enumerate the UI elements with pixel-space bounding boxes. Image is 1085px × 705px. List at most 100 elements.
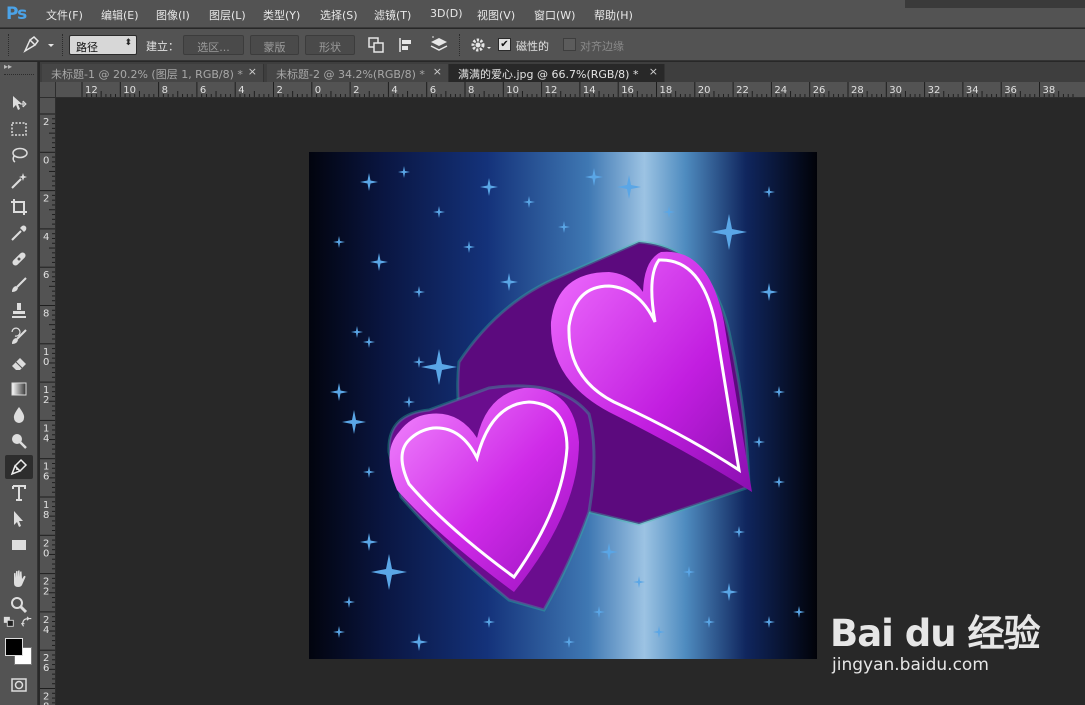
ruler-label: 4 — [43, 433, 49, 444]
hearts-artwork — [309, 152, 817, 659]
checkmark-icon: ✔ — [500, 39, 509, 50]
tab-label: 满满的爱心.jpg @ 66.7%(RGB/8) * — [458, 68, 639, 81]
pen-tool-icon[interactable] — [5, 455, 33, 479]
ruler-label: 2 — [43, 587, 49, 598]
options-grip[interactable] — [8, 34, 10, 56]
menu-help[interactable]: 帮助(H) — [594, 7, 633, 23]
menu-window[interactable]: 窗口(W) — [534, 7, 575, 23]
tab-untitled-1[interactable]: 未标题-1 @ 20.2% (图层 1, RGB/8) * × — [42, 64, 264, 82]
ruler-origin[interactable] — [40, 82, 56, 98]
baidu-watermark: Bai du 经验 jingyan.baidu.com — [830, 588, 1040, 688]
brush-tool-icon[interactable] — [5, 273, 33, 297]
menu-type[interactable]: 类型(Y) — [263, 7, 300, 23]
path-arrangement-icon[interactable] — [428, 36, 450, 54]
tab-untitled-2[interactable]: 未标题-2 @ 34.2%(RGB/8) * × — [267, 64, 449, 82]
ruler-label: 36 — [1004, 85, 1017, 96]
align-edges-checkbox[interactable] — [563, 38, 576, 51]
document-tabs: 未标题-1 @ 20.2% (图层 1, RGB/8) * × 未标题-2 @ … — [40, 62, 1085, 82]
ruler-label: 8 — [43, 702, 49, 705]
move-tool-icon[interactable] — [5, 91, 33, 115]
clone-stamp-tool-icon[interactable] — [5, 299, 33, 323]
ruler-label: 26 — [813, 85, 826, 96]
magnetic-checkbox[interactable]: ✔ — [498, 38, 511, 51]
marquee-tool-icon[interactable] — [5, 117, 33, 141]
ruler-label: 4 — [391, 85, 397, 96]
ruler-label: 38 — [1043, 85, 1056, 96]
ruler-label: 2 — [43, 395, 49, 406]
ruler-label: 2 — [43, 117, 49, 128]
app-logo: Ps — [6, 4, 27, 24]
ruler-label: 8 — [43, 309, 49, 320]
menu-filter[interactable]: 滤镜(T) — [374, 7, 411, 23]
foreground-color-swatch[interactable] — [5, 638, 23, 656]
menu-edit[interactable]: 编辑(E) — [101, 7, 139, 23]
menubar-edge — [905, 0, 1085, 8]
ruler-label: 2 — [43, 194, 49, 205]
menu-3d[interactable]: 3D(D) — [430, 7, 463, 20]
path-alignment-icon[interactable] — [397, 36, 415, 54]
ruler-label: 28 — [851, 85, 864, 96]
ruler-label: 30 — [889, 85, 902, 96]
path-operations-icon[interactable] — [367, 36, 385, 54]
close-icon[interactable]: × — [433, 65, 442, 78]
ruler-label: 8 — [162, 85, 168, 96]
options-bar: 路径 ⬍ 建立： 选区... 蒙版 形状 ✔ 磁性的 对齐边缘 — [0, 29, 1085, 61]
make-shape-button[interactable]: 形状 — [305, 35, 355, 55]
ruler-label: 0 — [315, 85, 321, 96]
ruler-label: 6 — [43, 270, 49, 281]
swap-colors-icon[interactable] — [20, 615, 34, 629]
horizontal-ruler[interactable]: 12 10 8 6 4 2 0 2 4 6 8 10 12 14 16 18 20 22 24 26 28 30 32 34 3… — [40, 82, 1085, 98]
eraser-tool-icon[interactable] — [5, 351, 33, 375]
toolbox-grip[interactable] — [4, 74, 34, 77]
gear-icon[interactable] — [469, 36, 493, 54]
healing-brush-tool-icon[interactable] — [5, 247, 33, 271]
crop-tool-icon[interactable] — [5, 195, 33, 219]
vertical-ruler-scale: 20246810121416182022242628 — [40, 113, 55, 705]
dodge-tool-icon[interactable] — [5, 429, 33, 453]
close-icon[interactable]: × — [248, 65, 257, 78]
ruler-label: 22 — [736, 85, 749, 96]
zoom-tool-icon[interactable] — [5, 593, 33, 617]
collapse-arrows-icon[interactable]: ▸▸ — [4, 62, 12, 71]
toolbox: ▸▸ — [0, 62, 38, 705]
tab-label: 未标题-2 @ 34.2%(RGB/8) * — [276, 68, 425, 81]
close-icon[interactable]: × — [649, 65, 658, 78]
ruler-label: 6 — [43, 472, 49, 483]
hand-tool-icon[interactable] — [5, 567, 33, 591]
gradient-tool-icon[interactable] — [5, 377, 33, 401]
ruler-label: 14 — [583, 85, 596, 96]
vertical-ruler[interactable]: 20246810121416182022242628 — [40, 98, 56, 705]
path-selection-tool-icon[interactable] — [5, 507, 33, 531]
menu-image[interactable]: 图像(I) — [156, 7, 190, 23]
type-tool-icon[interactable] — [5, 481, 33, 505]
blur-tool-icon[interactable] — [5, 403, 33, 427]
make-label: 建立： — [146, 40, 179, 53]
menu-layer[interactable]: 图层(L) — [209, 7, 246, 23]
ruler-label: 4 — [43, 232, 49, 243]
document-image[interactable] — [309, 152, 817, 659]
make-selection-button[interactable]: 选区... — [183, 35, 244, 55]
ruler-label: 0 — [43, 548, 49, 559]
quick-mask-icon[interactable] — [5, 673, 33, 697]
tool-preset-picker[interactable] — [22, 36, 56, 54]
menu-view[interactable]: 视图(V) — [477, 7, 515, 23]
menu-select[interactable]: 选择(S) — [320, 7, 358, 23]
lasso-tool-icon[interactable] — [5, 143, 33, 167]
ruler-label: 12 — [545, 85, 558, 96]
default-colors-icon[interactable] — [2, 615, 16, 629]
mode-select-value: 路径 — [76, 41, 98, 54]
ruler-label: 8 — [468, 85, 474, 96]
ruler-label: 24 — [774, 85, 787, 96]
ruler-label: 0 — [43, 155, 49, 166]
history-brush-tool-icon[interactable] — [5, 325, 33, 349]
ruler-label: 20 — [698, 85, 711, 96]
make-mask-button[interactable]: 蒙版 — [250, 35, 299, 55]
magic-wand-tool-icon[interactable] — [5, 169, 33, 193]
mode-select[interactable]: 路径 ⬍ — [69, 35, 137, 55]
ruler-label: 10 — [506, 85, 519, 96]
rectangle-tool-icon[interactable] — [5, 533, 33, 557]
eyedropper-tool-icon[interactable] — [5, 221, 33, 245]
menu-file[interactable]: 文件(F) — [46, 7, 83, 23]
tab-hearts-jpg[interactable]: 满满的爱心.jpg @ 66.7%(RGB/8) * × — [449, 64, 665, 82]
horizontal-ruler-scale: 12 10 8 6 4 2 0 2 4 6 8 10 12 14 16 18 20 22 24 26 28 30 32 34 3… — [81, 82, 1074, 97]
